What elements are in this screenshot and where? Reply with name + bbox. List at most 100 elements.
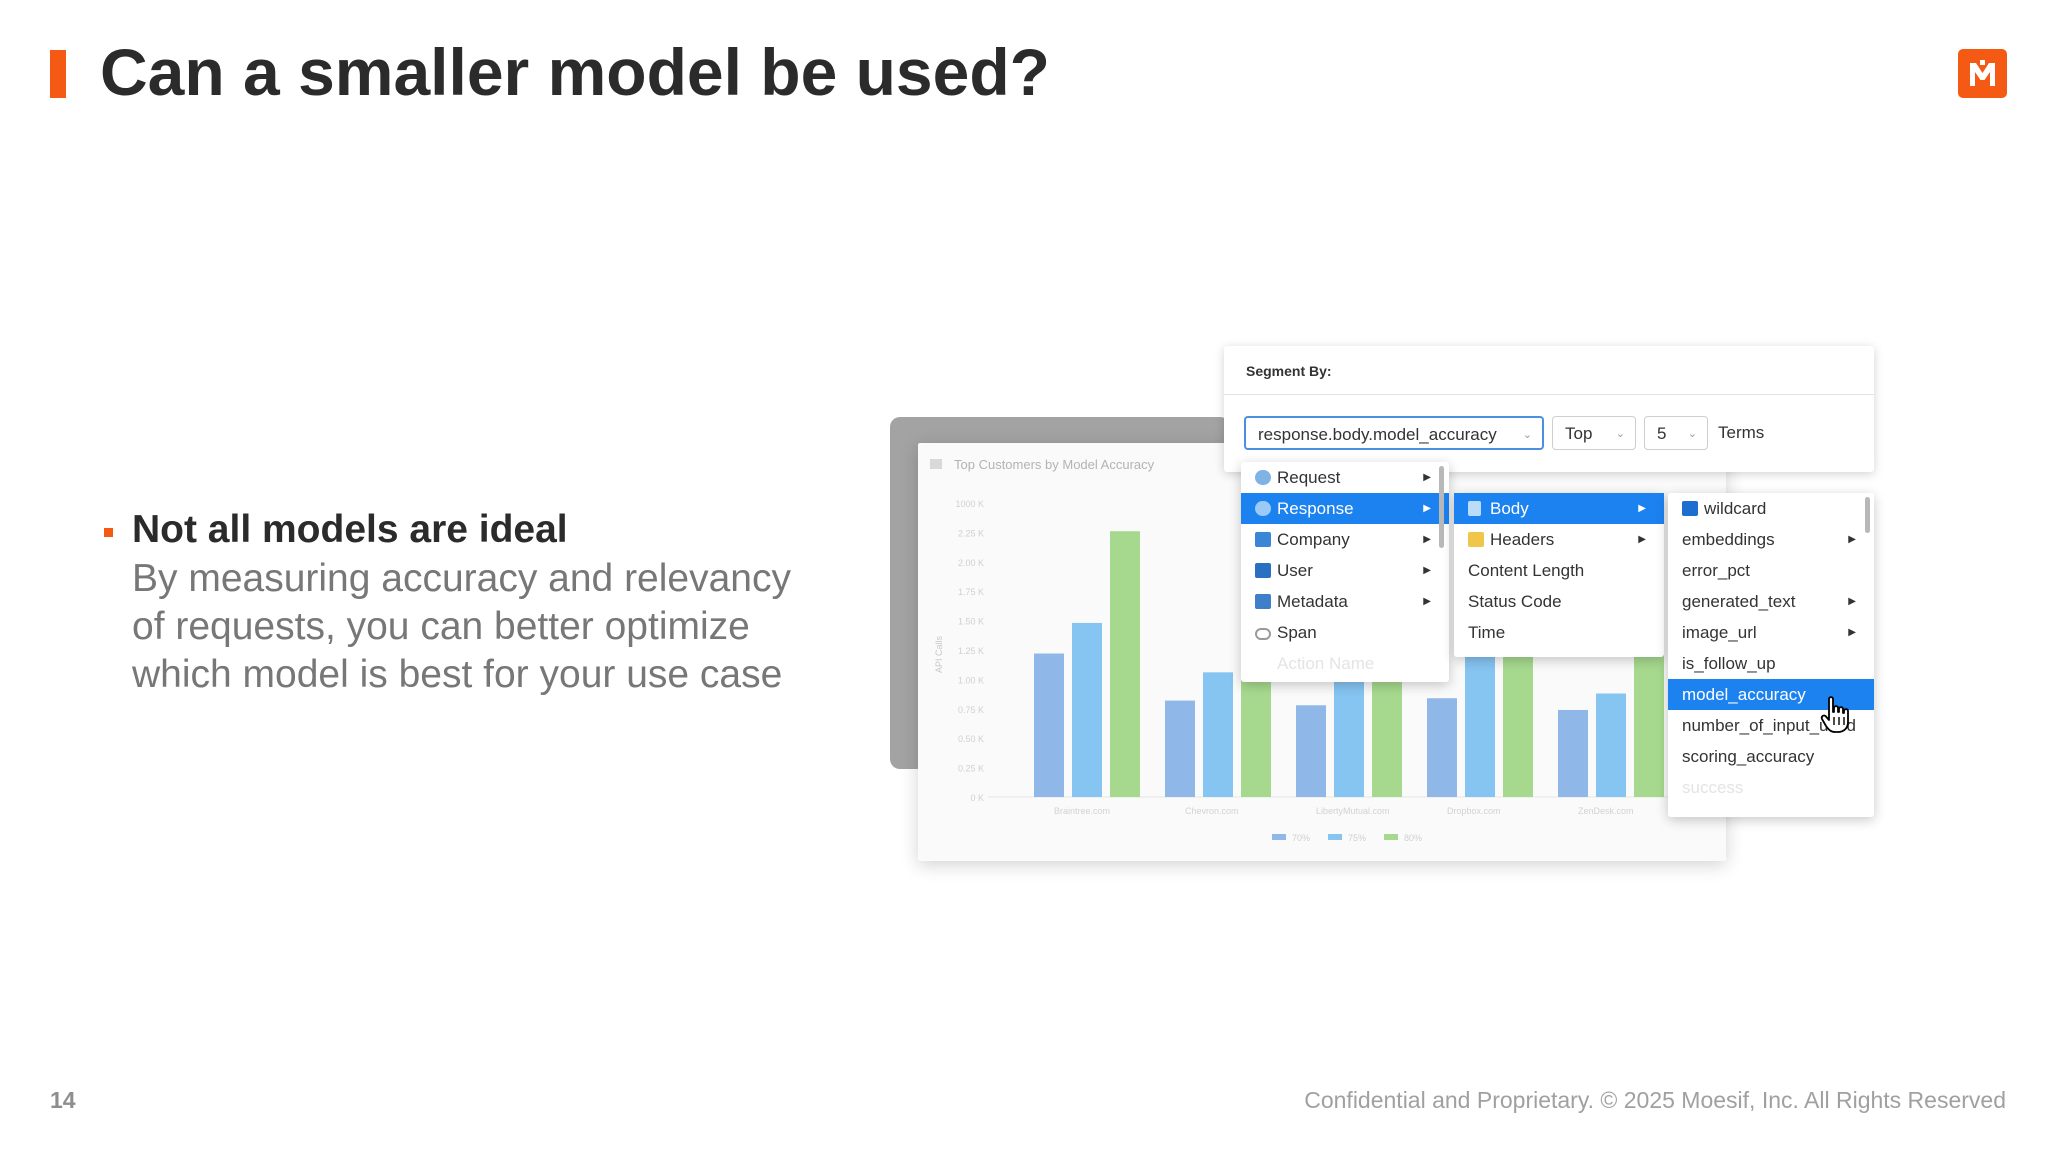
- page-number: 14: [50, 1087, 76, 1113]
- bullet-marker: [104, 528, 113, 537]
- legend-label: 75%: [1348, 833, 1366, 843]
- y-tick-label: 1.00 K: [958, 675, 984, 685]
- menu-item-action-name[interactable]: Action Name: [1241, 648, 1449, 679]
- menu-item-metadata[interactable]: Metadata ▶: [1241, 586, 1449, 617]
- menu-item-label: wildcard: [1704, 499, 1767, 518]
- bar-80-3: [1503, 634, 1533, 797]
- bar-70-2: [1296, 705, 1326, 797]
- chevron-right-icon: ▶: [1423, 503, 1431, 514]
- menu-item-company[interactable]: Company ▶: [1241, 524, 1449, 555]
- menu-item-label: image_url: [1682, 623, 1757, 642]
- menu-item-label: scoring_accuracy: [1682, 747, 1815, 766]
- chevron-down-icon: ⌄: [1522, 429, 1532, 441]
- menu-item-label: Body: [1490, 499, 1529, 518]
- user-icon: [1255, 563, 1271, 578]
- bar-70-0: [1034, 653, 1064, 797]
- chevron-right-icon: ▶: [1848, 596, 1856, 607]
- x-tick-label: ZenDesk.com: [1578, 806, 1634, 816]
- bar-75-3: [1465, 644, 1495, 797]
- menu-item-label: Time: [1468, 623, 1506, 642]
- chevron-right-icon: ▶: [1848, 534, 1856, 545]
- field-menu-level1: Request ▶ Response ▶ Company ▶ User ▶ Me…: [1241, 462, 1449, 682]
- y-axis-label: API Calls: [934, 635, 944, 673]
- legend-swatch: [1384, 834, 1398, 840]
- segment-field-select[interactable]: response.body.model_accuracy ⌄: [1244, 416, 1544, 450]
- menu-item-span[interactable]: Span: [1241, 617, 1449, 648]
- menu-item-status-code[interactable]: Status Code: [1454, 586, 1664, 617]
- menu-item-label: generated_text: [1682, 592, 1796, 611]
- x-tick-label: Chevron.com: [1185, 806, 1239, 816]
- divider: [1224, 394, 1874, 395]
- bar-70-4: [1558, 709, 1588, 797]
- y-tick-label: 1.25 K: [958, 646, 984, 656]
- segment-count-value: 5: [1657, 424, 1667, 443]
- globe-icon: [1255, 501, 1271, 516]
- menu-item-label: Content Length: [1468, 561, 1585, 580]
- title-accent-bar: [50, 50, 66, 98]
- x-tick-label: Braintree.com: [1054, 806, 1110, 816]
- segment-field-value: response.body.model_accuracy: [1258, 425, 1497, 444]
- chevron-right-icon: ▶: [1423, 596, 1431, 607]
- bar-80-4: [1634, 653, 1664, 797]
- chevron-right-icon: ▶: [1423, 472, 1431, 483]
- menu-item-user[interactable]: User ▶: [1241, 555, 1449, 586]
- scrollbar[interactable]: [1439, 466, 1444, 548]
- chevron-right-icon: ▶: [1423, 534, 1431, 545]
- menu-item-image-url[interactable]: image_url ▶: [1668, 617, 1874, 648]
- y-tick-label: 0.50 K: [958, 734, 984, 744]
- menu-item-label: success: [1682, 778, 1744, 797]
- menu-item-wildcard[interactable]: wildcard: [1668, 493, 1874, 524]
- menu-item-label: Metadata: [1277, 592, 1348, 611]
- x-tick-label: LibertyMutual.com: [1316, 806, 1390, 816]
- menu-item-label: Response: [1277, 499, 1354, 518]
- menu-item-label: model_accuracy: [1682, 685, 1806, 704]
- menu-item-request[interactable]: Request ▶: [1241, 462, 1449, 493]
- scrollbar[interactable]: [1865, 497, 1870, 533]
- menu-item-label: Status Code: [1468, 592, 1562, 611]
- bar-75-4: [1596, 693, 1626, 797]
- menu-item-response[interactable]: Response ▶: [1241, 493, 1449, 524]
- menu-item-is-follow-up[interactable]: is_follow_up: [1668, 648, 1874, 679]
- terms-label: Terms: [1718, 423, 1765, 442]
- segment-order-value: Top: [1565, 424, 1593, 443]
- legend-swatch: [1328, 834, 1342, 840]
- chevron-right-icon: ▶: [1423, 565, 1431, 576]
- menu-item-content-length[interactable]: Content Length: [1454, 555, 1664, 586]
- chevron-right-icon: ▶: [1638, 534, 1646, 545]
- menu-item-embeddings[interactable]: embeddings ▶: [1668, 524, 1874, 555]
- y-tick-label: 0.75 K: [958, 705, 984, 715]
- bar-80-1: [1241, 679, 1271, 797]
- chevron-down-icon: ⌄: [1615, 428, 1625, 440]
- y-tick-label: 2.00 K: [958, 558, 984, 568]
- field-menu-level3: wildcard embeddings ▶ error_pct generate…: [1668, 493, 1874, 817]
- moesif-logo-icon: [1958, 49, 2007, 98]
- menu-item-label: embeddings: [1682, 530, 1775, 549]
- menu-item-label: Company: [1277, 530, 1350, 549]
- menu-item-time[interactable]: Time: [1454, 617, 1664, 648]
- menu-item-scoring-accuracy[interactable]: scoring_accuracy: [1668, 741, 1874, 772]
- segment-count-select[interactable]: 5 ⌄: [1644, 416, 1708, 450]
- menu-item-success[interactable]: success: [1668, 772, 1874, 803]
- segment-order-select[interactable]: Top ⌄: [1552, 416, 1636, 450]
- footer-text: Confidential and Proprietary. © 2025 Moe…: [1304, 1087, 2006, 1113]
- menu-item-label: Request: [1277, 468, 1341, 487]
- link-icon: [1255, 628, 1271, 640]
- globe-icon: [1255, 470, 1271, 485]
- menu-item-label: Headers: [1490, 530, 1555, 549]
- bar-75-1: [1203, 672, 1233, 797]
- legend-swatch: [1272, 834, 1286, 840]
- building-icon: [1255, 532, 1271, 547]
- segment-by-label: Segment By:: [1246, 363, 1332, 379]
- slide-title: Can a smaller model be used?: [100, 35, 1050, 109]
- x-tick-label: Dropbox.com: [1447, 806, 1501, 816]
- menu-item-error-pct[interactable]: error_pct: [1668, 555, 1874, 586]
- hand-cursor-icon: [1820, 695, 1854, 740]
- menu-item-headers[interactable]: Headers ▶: [1454, 524, 1664, 555]
- bar-70-1: [1165, 700, 1195, 797]
- bar-70-3: [1427, 698, 1457, 797]
- menu-item-generated-text[interactable]: generated_text ▶: [1668, 586, 1874, 617]
- menu-item-label: Span: [1277, 623, 1317, 642]
- menu-item-body[interactable]: Body ▶: [1454, 493, 1664, 524]
- chevron-right-icon: ▶: [1848, 627, 1856, 638]
- menu-item-label: error_pct: [1682, 561, 1751, 580]
